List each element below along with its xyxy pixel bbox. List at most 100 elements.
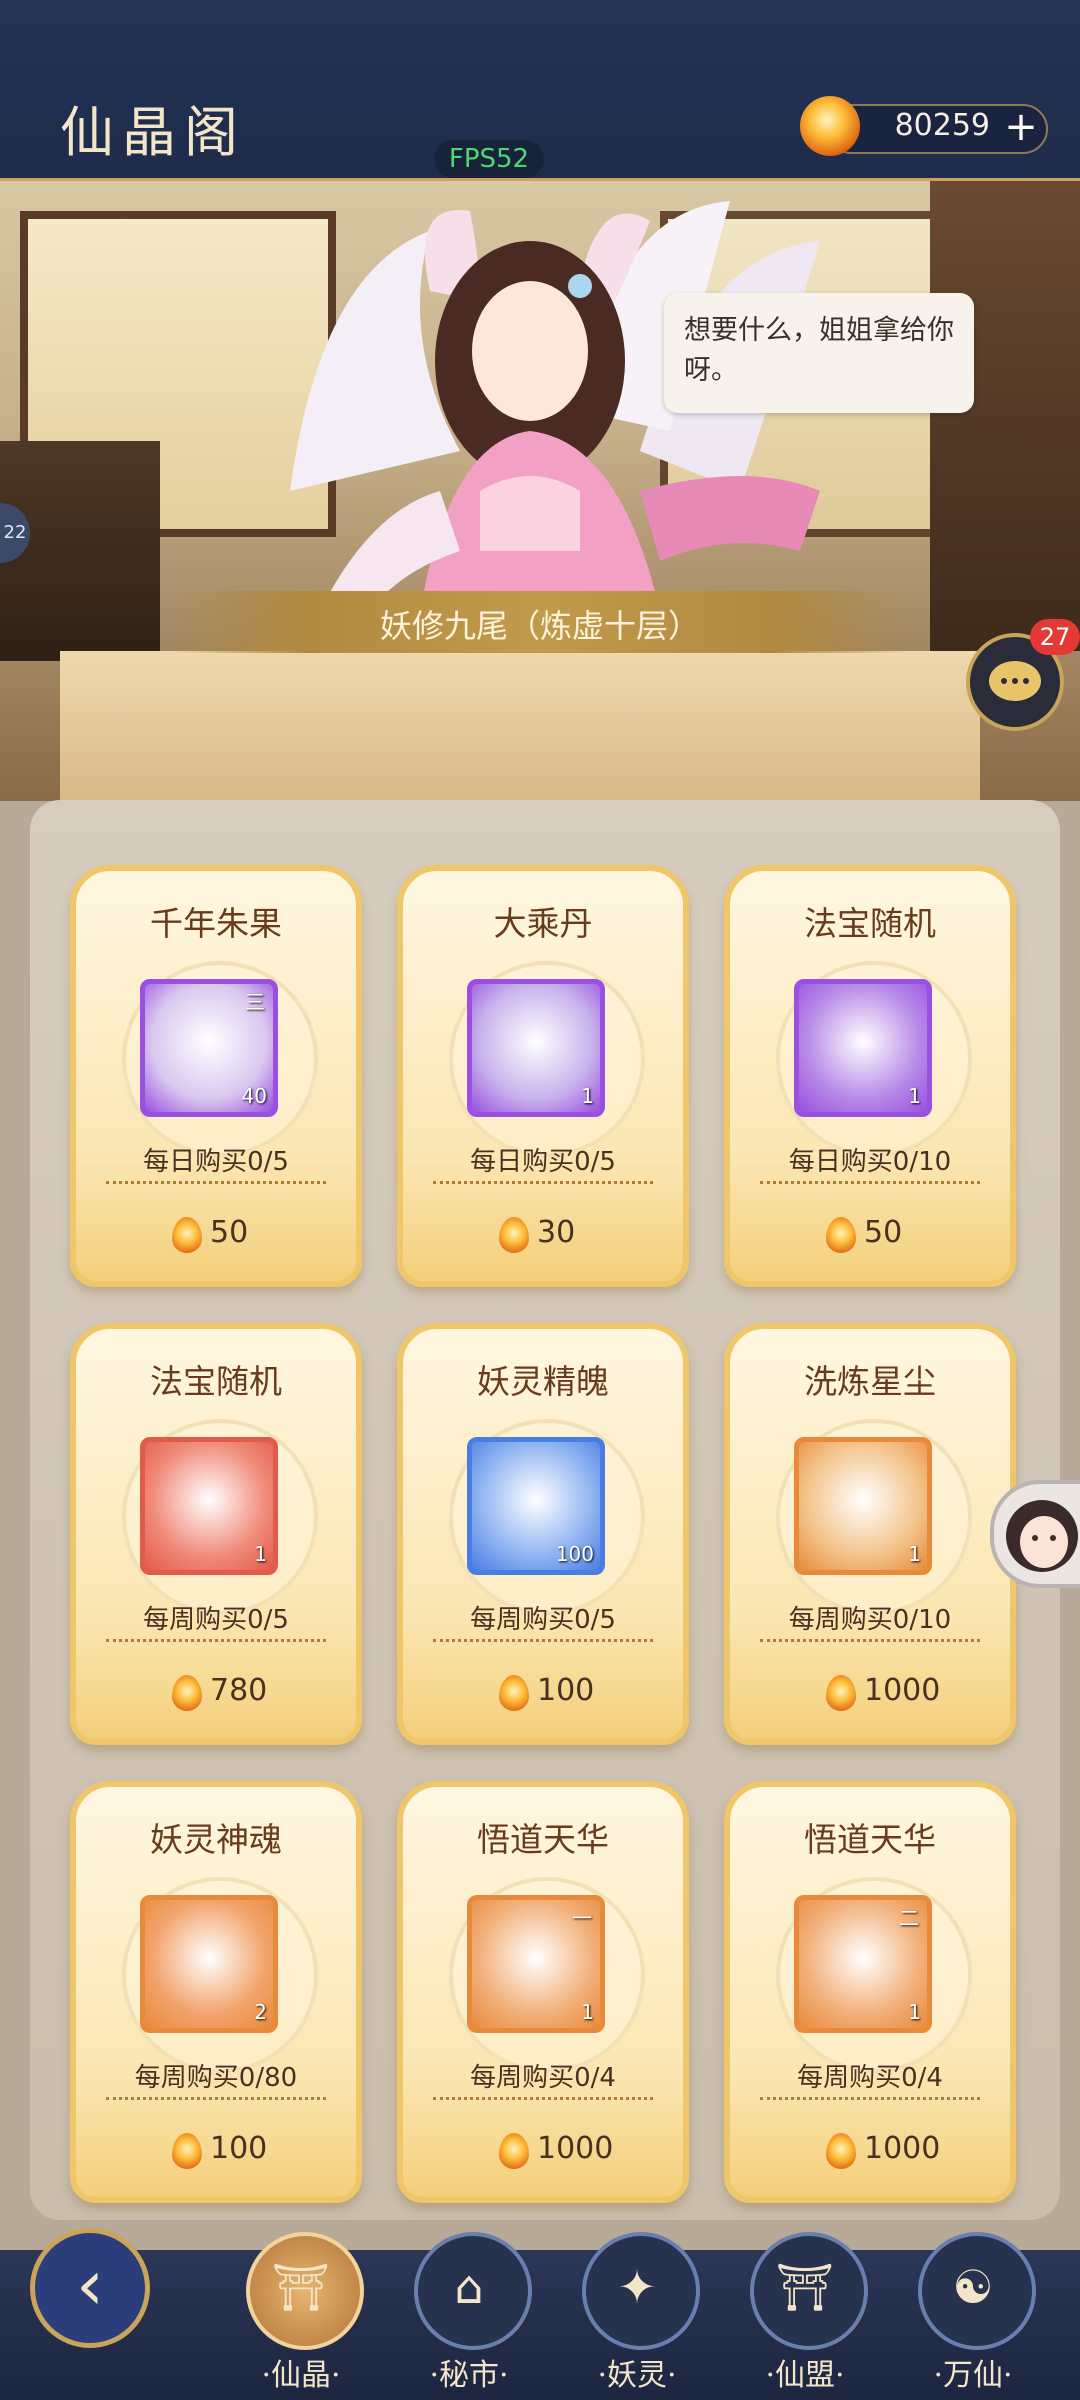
item-icon[interactable]: 一1 (467, 1895, 605, 2033)
shop-item-card[interactable]: 洗炼星尘 1 每周购买0/10 1000 (724, 1323, 1016, 1745)
item-icon[interactable]: 1 (794, 979, 932, 1117)
item-count: 40 (241, 1084, 267, 1108)
purchase-limit: 每周购买0/5 (143, 1605, 289, 1635)
purchase-limit: 每日购买0/5 (143, 1147, 289, 1177)
shop-item-card[interactable]: 悟道天华一 1 每周购买0/4 1000 (397, 1781, 689, 2203)
add-currency-button[interactable]: + (1002, 104, 1040, 150)
item-name: 千年朱果 (150, 904, 282, 943)
nav-tab-label: ·妖灵· (597, 2358, 677, 2393)
item-price: 50 (864, 1215, 903, 1250)
spirit-crystal-icon (826, 1675, 856, 1711)
divider (106, 1181, 326, 1184)
item-count: 100 (555, 1542, 594, 1566)
shop-item-card[interactable]: 妖灵神魂 2 每周购买0/80 100 (70, 1781, 362, 2203)
nav-tab-label: ·秘市· (429, 2358, 509, 2393)
item-name: 法宝随机 (150, 1362, 282, 1401)
item-price: 50 (210, 1215, 249, 1250)
back-button[interactable]: ‹ (30, 2228, 150, 2348)
fps-indicator: FPS52 (434, 140, 544, 178)
divider (760, 1639, 980, 1642)
item-count: 1 (254, 1542, 267, 1566)
item-count: 1 (908, 1542, 921, 1566)
item-icon[interactable]: 1 (467, 979, 605, 1117)
shop-counter (60, 651, 980, 801)
divider (106, 2097, 326, 2100)
purchase-limit: 每日购买0/10 (788, 1147, 952, 1177)
shop-pavilion-icon: ⛩ (271, 2260, 331, 2314)
shop-item-card[interactable]: 大乘丹 1 每日购买0/5 30 (397, 865, 689, 1287)
page-title: 仙晶阁 (60, 101, 246, 164)
divider (760, 2097, 980, 2100)
item-icon[interactable]: 2 (140, 1895, 278, 2033)
item-name: 洗炼星尘 (804, 1362, 936, 1401)
item-price: 100 (537, 1673, 595, 1708)
nav-tab-万仙[interactable]: ☯ ·万仙· (908, 2232, 1038, 2400)
spirit-crystal-icon (499, 2133, 529, 2169)
item-count: 1 (581, 2000, 594, 2024)
spirit-crystal-icon (172, 1675, 202, 1711)
speech-text: 想要什么，姐姐拿给你呀。 (684, 315, 954, 386)
purchase-limit: 每周购买0/5 (470, 1605, 616, 1635)
purchase-limit: 每日购买0/5 (470, 1147, 616, 1177)
item-name: 大乘丹 (493, 904, 593, 943)
nav-tab-label: ·万仙· (933, 2358, 1013, 2393)
item-name: 悟道天华 (804, 1820, 936, 1859)
item-count: 1 (908, 2000, 921, 2024)
item-price: 1000 (864, 1673, 941, 1708)
secret-market-icon: ⌂ (454, 2260, 484, 2314)
companion-avatar[interactable] (990, 1480, 1080, 1588)
divider (433, 1181, 653, 1184)
item-name: 悟道天华 (477, 1820, 609, 1859)
purchase-limit: 每周购买0/4 (797, 2063, 943, 2093)
nav-tab-仙晶[interactable]: ⛩ ·仙晶· (236, 2232, 366, 2400)
divider (433, 2097, 653, 2100)
item-price: 1000 (537, 2131, 614, 2166)
purchase-limit: 每周购买0/10 (788, 1605, 952, 1635)
item-name: 妖灵神魂 (150, 1820, 282, 1859)
item-price: 1000 (864, 2131, 941, 2166)
bookshelf-right (930, 181, 1080, 651)
item-grade: 一 (572, 1906, 592, 1930)
item-grade: 二 (899, 1906, 919, 1930)
item-count: 2 (254, 2000, 267, 2024)
item-price: 780 (210, 1673, 268, 1708)
alliance-gate-icon: ⛩ (775, 2260, 835, 2314)
spirit-crystal-icon (800, 96, 860, 156)
companion-face-icon (1006, 1500, 1078, 1572)
item-icon[interactable]: 100 (467, 1437, 605, 1575)
spirit-crystal-icon (499, 1217, 529, 1253)
spirit-crystal-icon (499, 1675, 529, 1711)
shopkeeper-scene: 想要什么，姐姐拿给你呀。 妖修九尾（炼虚十层） 22 27 (0, 181, 1080, 801)
divider (106, 1639, 326, 1642)
purchase-limit: 每周购买0/4 (470, 2063, 616, 2093)
item-icon[interactable]: 1 (794, 1437, 932, 1575)
nav-tab-秘市[interactable]: ⌂ ·秘市· (404, 2232, 534, 2400)
item-grade: 三 (245, 990, 265, 1014)
nav-tab-label: ·仙晶· (261, 2358, 341, 2393)
item-icon[interactable]: 二1 (794, 1895, 932, 2033)
nav-tab-仙盟[interactable]: ⛩ ·仙盟· (740, 2232, 870, 2400)
divider (433, 1639, 653, 1642)
item-price: 30 (537, 1215, 576, 1250)
spirit-crystal-icon (172, 2133, 202, 2169)
item-icon[interactable]: 1 (140, 1437, 278, 1575)
item-count: 1 (908, 1084, 921, 1108)
item-count: 1 (581, 1084, 594, 1108)
currency-value: 80259 (894, 108, 990, 143)
item-name: 妖灵精魄 (477, 1362, 609, 1401)
shop-item-card[interactable]: 妖灵精魄 100 每周购买0/5 100 (397, 1323, 689, 1745)
shop-item-card[interactable]: 千年朱果三 40 每日购买0/5 50 (70, 865, 362, 1287)
fox-spirit-icon: ✦ (617, 2260, 657, 2314)
spirit-crystal-icon (826, 2133, 856, 2169)
shop-item-card[interactable]: 法宝随机 1 每日购买0/10 50 (724, 865, 1016, 1287)
item-name: 法宝随机 (804, 904, 936, 943)
item-price: 100 (210, 2131, 268, 2166)
npc-name: 妖修九尾（炼虚十层） (379, 607, 700, 645)
divider (760, 1181, 980, 1184)
shop-item-card[interactable]: 悟道天华二 1 每周购买0/4 1000 (724, 1781, 1016, 2203)
spirit-crystal-icon (172, 1217, 202, 1253)
purchase-limit: 每周购买0/80 (134, 2063, 298, 2093)
shop-item-card[interactable]: 法宝随机 1 每周购买0/5 780 (70, 1323, 362, 1745)
nav-tab-妖灵[interactable]: ✦ ·妖灵· (572, 2232, 702, 2400)
item-icon[interactable]: 三 40 (140, 979, 278, 1117)
